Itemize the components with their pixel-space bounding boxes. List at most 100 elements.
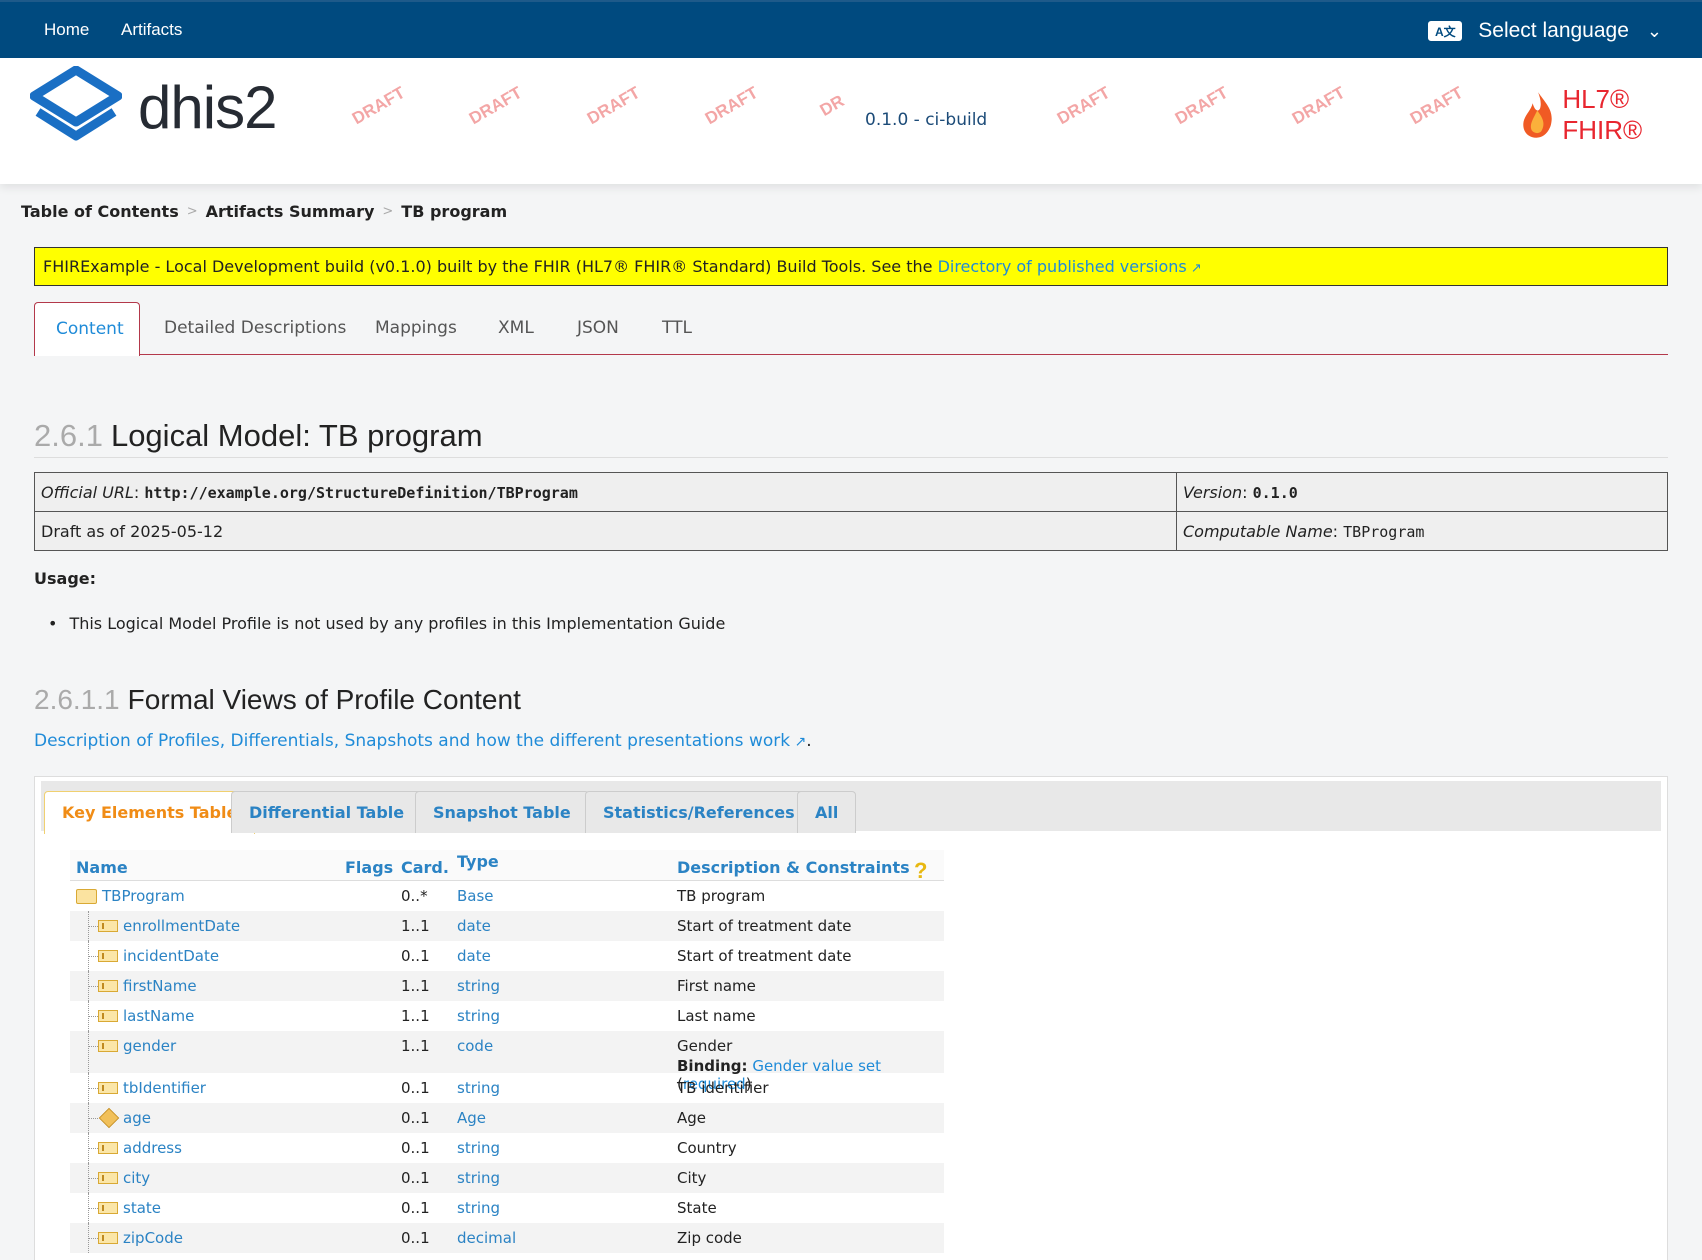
description: Start of treatment date	[677, 917, 852, 935]
tab-all[interactable]: All	[797, 791, 857, 833]
type-link[interactable]: string	[457, 1199, 500, 1217]
type-link[interactable]: string	[457, 1079, 500, 1097]
description: Start of treatment date	[677, 947, 852, 965]
cardinality: 1..1	[401, 977, 430, 995]
build-notice: FHIRExample - Local Development build (v…	[34, 247, 1668, 286]
tree-guide	[88, 1031, 89, 1073]
version-value: 0.1.0	[1252, 483, 1298, 502]
header-type[interactable]: Type	[457, 852, 499, 871]
type-link[interactable]: Age	[457, 1109, 486, 1127]
folder-icon	[76, 889, 97, 904]
language-selector[interactable]: A文 Select language ⌄	[1428, 16, 1662, 46]
type-link[interactable]: decimal	[457, 1229, 516, 1247]
element-icon	[98, 920, 118, 932]
tab-differential-table[interactable]: Differential Table	[231, 791, 423, 833]
table-row: gender 1..1 code Gender Binding: Gender …	[70, 1031, 944, 1093]
description: Gender	[677, 1037, 733, 1055]
tab-snapshot-table[interactable]: Snapshot Table	[415, 791, 589, 833]
tree-hook	[88, 1088, 98, 1089]
table-row: firstName 1..1 string First name	[70, 971, 944, 1001]
element-name-link[interactable]: lastName	[123, 1007, 194, 1025]
element-name-link[interactable]: TBProgram	[102, 887, 185, 905]
tab-statistics-references[interactable]: Statistics/References	[585, 791, 813, 833]
type-link[interactable]: string	[457, 977, 500, 995]
computable-name-cell: Computable Name: TBProgram	[1176, 511, 1668, 551]
table-row: tbIdentifier 0..1 string TB identifier	[70, 1073, 944, 1103]
element-icon	[98, 1172, 118, 1184]
description: State	[677, 1199, 717, 1217]
key-elements-table: Name Flags Card. Type Description & Cons…	[70, 850, 944, 1253]
element-name-link[interactable]: tbIdentifier	[123, 1079, 206, 1097]
metadata-table: Official URL: http://example.org/Structu…	[34, 472, 1668, 551]
tab-content[interactable]: Content	[34, 302, 140, 356]
header-description[interactable]: Description & Constraints	[677, 858, 910, 877]
element-name-link[interactable]: state	[123, 1199, 161, 1217]
external-link-icon: ↗	[790, 734, 807, 750]
tab-key-elements-table[interactable]: Key Elements Table	[44, 791, 256, 834]
description: First name	[677, 977, 756, 995]
breadcrumb-artifacts-summary[interactable]: Artifacts Summary	[206, 202, 375, 221]
tree-hook	[88, 1178, 98, 1179]
section-number: 2.6.1	[34, 418, 103, 453]
breadcrumb-toc[interactable]: Table of Contents	[21, 202, 179, 221]
version-cell: Version: 0.1.0	[1176, 472, 1668, 512]
fhir-logo[interactable]: HL7® FHIR®	[1520, 84, 1702, 146]
type-link[interactable]: string	[457, 1169, 500, 1187]
flame-icon	[1523, 92, 1552, 138]
dhis2-wordmark: dhis2	[138, 73, 277, 141]
element-name-link[interactable]: zipCode	[123, 1229, 183, 1247]
dhis2-logo[interactable]: dhis2	[30, 66, 277, 148]
element-name-link[interactable]: incidentDate	[123, 947, 219, 965]
cardinality: 0..1	[401, 1169, 430, 1187]
tab-ttl[interactable]: TTL	[662, 302, 692, 355]
element-name-link[interactable]: gender	[123, 1037, 176, 1055]
draft-watermark: DRAFT	[583, 82, 644, 129]
type-link[interactable]: string	[457, 1139, 500, 1157]
section-number: 2.6.1.1	[34, 684, 120, 715]
element-icon	[98, 950, 118, 962]
usage-heading: Usage:	[34, 569, 97, 588]
element-name-link[interactable]: age	[123, 1109, 151, 1127]
tree-hook	[88, 956, 98, 957]
tree-hook	[88, 1148, 98, 1149]
top-navbar: Home Artifacts A文 Select language ⌄	[0, 0, 1702, 58]
element-name-link[interactable]: city	[123, 1169, 150, 1187]
formal-views-title: Formal Views of Profile Content	[127, 684, 521, 715]
computable-name-value: TBProgram	[1343, 522, 1425, 541]
header-name[interactable]: Name	[76, 858, 128, 877]
cardinality: 0..1	[401, 1139, 430, 1157]
tab-json[interactable]: JSON	[577, 302, 619, 355]
nav-home-link[interactable]: Home	[44, 20, 89, 40]
type-link[interactable]: date	[457, 917, 491, 935]
element-name-link[interactable]: enrollmentDate	[123, 917, 240, 935]
cardinality: 0..1	[401, 1199, 430, 1217]
computable-name-label: Computable Name	[1183, 521, 1333, 541]
cardinality: 0..1	[401, 1079, 430, 1097]
language-label: Select language	[1478, 19, 1629, 42]
published-versions-link[interactable]: Directory of published versions	[938, 257, 1187, 276]
element-name-link[interactable]: firstName	[123, 977, 197, 995]
header-flags[interactable]: Flags	[345, 858, 393, 877]
header-card[interactable]: Card.	[401, 858, 449, 877]
type-link[interactable]: date	[457, 947, 491, 965]
type-link[interactable]: code	[457, 1037, 493, 1055]
view-tabs: Key Elements Table Differential Table Sn…	[41, 781, 1661, 834]
cardinality: 1..1	[401, 917, 430, 935]
chevron-down-icon: ⌄	[1646, 20, 1662, 41]
official-url-cell: Official URL: http://example.org/Structu…	[34, 472, 1177, 512]
tab-detailed-descriptions[interactable]: Detailed Descriptions	[164, 302, 346, 355]
help-icon[interactable]: ?	[914, 858, 936, 883]
type-link[interactable]: Base	[457, 887, 494, 905]
type-link[interactable]: string	[457, 1007, 500, 1025]
tree-hook	[88, 1118, 98, 1119]
tab-xml[interactable]: XML	[498, 302, 534, 355]
tab-mappings[interactable]: Mappings	[375, 302, 457, 355]
profiles-description-link[interactable]: Description of Profiles, Differentials, …	[34, 731, 790, 751]
official-url-value: http://example.org/StructureDefinition/T…	[144, 483, 578, 502]
page-title: 2.6.1 Logical Model: TB program	[34, 418, 1668, 458]
nav-artifacts-link[interactable]: Artifacts	[121, 20, 182, 40]
tree-hook	[88, 1046, 98, 1047]
tree-hook	[88, 926, 98, 927]
breadcrumb-separator-icon: >	[382, 204, 394, 219]
element-name-link[interactable]: address	[123, 1139, 182, 1157]
